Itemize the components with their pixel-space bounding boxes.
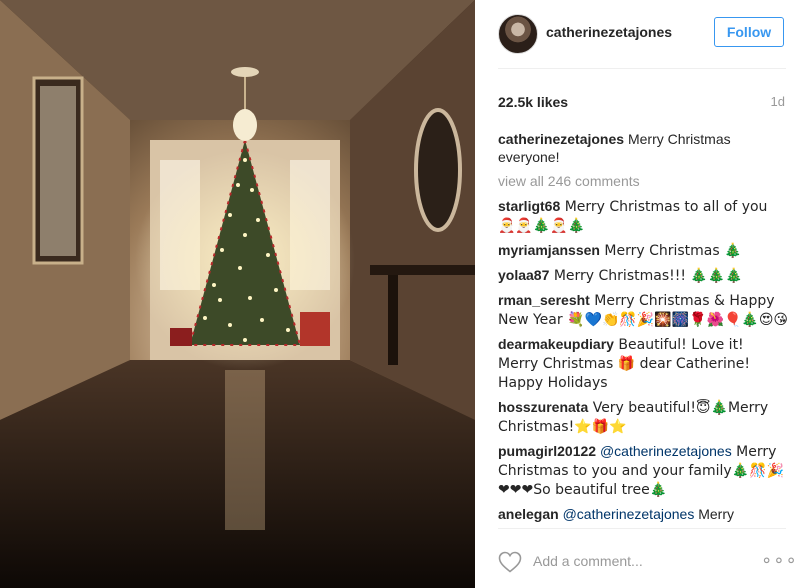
comment-username[interactable]: yolaa87 bbox=[498, 267, 549, 283]
list-item: dearmakeupdiary Beautiful! Love it! Merr… bbox=[498, 335, 788, 392]
follow-button[interactable]: Follow bbox=[714, 17, 784, 47]
view-all-comments-link[interactable]: view all 246 comments bbox=[498, 172, 788, 190]
post-age[interactable]: 1d bbox=[771, 94, 785, 109]
list-item: myriamjanssen Merry Christmas 🎄 bbox=[498, 241, 788, 260]
comment-username[interactable]: pumagirl20122 bbox=[498, 443, 596, 459]
christmas-tree-hallway-image bbox=[0, 0, 475, 588]
add-comment-input[interactable]: Add a comment... bbox=[533, 553, 643, 569]
list-item: hosszurenata Very beautiful!😇🎄Merry Chri… bbox=[498, 398, 788, 436]
comment-text: Merry Christmas 🎄 bbox=[599, 243, 742, 259]
comment-username[interactable]: rman_seresht bbox=[498, 292, 590, 308]
comment-username[interactable]: anelegan bbox=[498, 506, 559, 522]
list-item: yolaa87 Merry Christmas!!! 🎄🎄🎄 bbox=[498, 266, 788, 285]
comment-bar: Add a comment... ∘∘∘ bbox=[475, 528, 806, 588]
header-divider bbox=[498, 68, 786, 69]
caption-username[interactable]: catherinezetajones bbox=[498, 131, 624, 147]
comment-text: Merry bbox=[694, 506, 735, 522]
comment-mention[interactable]: @catherinezetajones bbox=[563, 506, 695, 522]
avatar[interactable] bbox=[498, 14, 538, 54]
comment-text: Merry Christmas!!! 🎄🎄🎄 bbox=[549, 268, 743, 284]
instagram-post: catherinezetajones Follow 22.5k likes 1d… bbox=[0, 0, 806, 588]
list-item: rman_seresht Merry Christmas & Happy New… bbox=[498, 291, 788, 329]
list-item: pumagirl20122 @catherinezetajones Merry … bbox=[498, 442, 788, 499]
post-header: catherinezetajones Follow bbox=[475, 0, 806, 68]
more-options-icon[interactable]: ∘∘∘ bbox=[761, 550, 798, 571]
post-username[interactable]: catherinezetajones bbox=[546, 24, 672, 40]
list-item: starligt68 Merry Christmas to all of you… bbox=[498, 197, 788, 235]
comment-username[interactable]: starligt68 bbox=[498, 198, 560, 214]
comment-username[interactable]: myriamjanssen bbox=[498, 242, 600, 258]
comments-list[interactable]: catherinezetajones Merry Christmas every… bbox=[498, 130, 788, 527]
list-item: anelegan @catherinezetajones Merry bbox=[498, 505, 788, 523]
caption: catherinezetajones Merry Christmas every… bbox=[498, 130, 788, 166]
post-photo[interactable] bbox=[0, 0, 475, 588]
heart-icon[interactable] bbox=[498, 551, 522, 573]
comment-username[interactable]: hosszurenata bbox=[498, 399, 588, 415]
comment-mention[interactable]: @catherinezetajones bbox=[600, 443, 732, 459]
post-side-panel: catherinezetajones Follow 22.5k likes 1d… bbox=[475, 0, 806, 588]
likes-count[interactable]: 22.5k likes bbox=[498, 94, 568, 110]
comment-username[interactable]: dearmakeupdiary bbox=[498, 336, 614, 352]
